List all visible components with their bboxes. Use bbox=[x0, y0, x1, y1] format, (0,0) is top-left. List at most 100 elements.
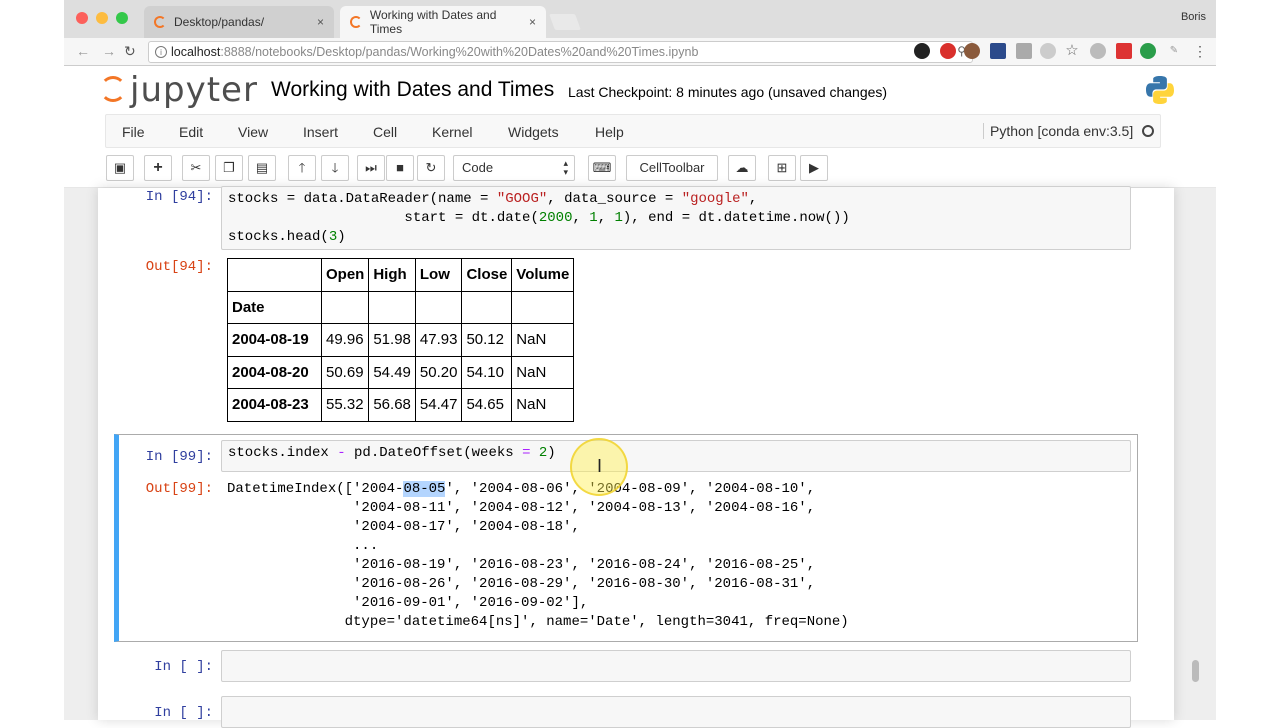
table-cell: 54.47 bbox=[414, 388, 463, 422]
text-cursor-icon: I bbox=[597, 456, 603, 476]
index-name: Date bbox=[227, 290, 322, 324]
table-cell: 54.65 bbox=[461, 388, 513, 422]
save-icon[interactable]: ▣ bbox=[106, 155, 134, 181]
forward-arrow-icon[interactable]: → bbox=[102, 43, 116, 59]
code-input-cell-94[interactable]: stocks = data.DataReader(name = "GOOG", … bbox=[221, 186, 1131, 250]
menu-insert[interactable]: Insert bbox=[303, 124, 338, 140]
move-down-icon[interactable]: 🡓 bbox=[321, 155, 349, 181]
restart-kernel-icon[interactable]: ↻ bbox=[417, 155, 445, 181]
table-cell: 56.68 bbox=[368, 388, 416, 422]
menu-widgets[interactable]: Widgets bbox=[508, 124, 559, 140]
table-cell: 54.10 bbox=[461, 355, 513, 389]
tab-label: Working with Dates and Times bbox=[369, 8, 497, 36]
table-cell: 50.69 bbox=[320, 355, 370, 389]
menu-edit[interactable]: Edit bbox=[179, 124, 203, 140]
column-header: Low bbox=[414, 258, 463, 292]
paste-icon[interactable]: ▤ bbox=[248, 155, 276, 181]
tab-label: Desktop/pandas/ bbox=[174, 15, 265, 29]
input-prompt: In [99]: bbox=[145, 449, 213, 465]
table-cell: NaN bbox=[511, 388, 575, 422]
table-row: 2004-08-23 55.32 56.68 54.47 54.65 NaN bbox=[227, 388, 575, 422]
notebook-container: In [94]: stocks = data.DataReader(name =… bbox=[98, 186, 1174, 728]
url-input[interactable]: i localhost:8888/notebooks/Desktop/panda… bbox=[148, 41, 973, 63]
extension-icon[interactable] bbox=[990, 43, 1006, 59]
extension-icon[interactable] bbox=[1040, 43, 1056, 59]
table-row: 2004-08-20 50.69 54.49 50.20 54.10 NaN bbox=[227, 355, 575, 389]
tab-close-icon[interactable]: × bbox=[317, 15, 324, 29]
browser-tab-working-with-dates[interactable]: Working with Dates and Times × bbox=[340, 6, 546, 38]
input-prompt: In [ ]: bbox=[154, 705, 213, 721]
info-icon[interactable]: i bbox=[155, 46, 167, 58]
jupyter-logo[interactable]: jupyter bbox=[100, 70, 258, 110]
extension-avatar-icon[interactable] bbox=[964, 43, 980, 59]
move-up-icon[interactable]: 🡑 bbox=[288, 155, 316, 181]
table-cell: 54.49 bbox=[368, 355, 416, 389]
table-cell: 55.32 bbox=[320, 388, 370, 422]
bookmark-star-icon[interactable]: ☆ bbox=[1064, 43, 1080, 59]
menu-view[interactable]: View bbox=[238, 124, 268, 140]
table-row: 2004-08-19 49.96 51.98 47.93 50.12 NaN bbox=[227, 323, 575, 357]
copy-icon[interactable]: ❐ bbox=[215, 155, 243, 181]
kebab-menu-icon[interactable]: ⋮ bbox=[1192, 43, 1208, 59]
jupyter-favicon-icon bbox=[154, 16, 166, 28]
back-arrow-icon[interactable]: ← bbox=[76, 43, 90, 59]
url-path: :8888/notebooks/Desktop/pandas/Working%2… bbox=[220, 45, 699, 59]
extension-icon[interactable] bbox=[914, 43, 930, 59]
extension-icon[interactable] bbox=[1090, 43, 1106, 59]
menu-cell[interactable]: Cell bbox=[373, 124, 397, 140]
command-palette-keyboard-icon[interactable]: ⌨ bbox=[588, 155, 616, 181]
interrupt-kernel-icon[interactable]: ■ bbox=[386, 155, 414, 181]
extension-icon[interactable] bbox=[1016, 43, 1032, 59]
adblock-icon[interactable] bbox=[940, 43, 956, 59]
browser-tab-desktop-pandas[interactable]: Desktop/pandas/ × bbox=[144, 6, 334, 38]
code-input-cell-99[interactable]: stocks.index - pd.DateOffset(weeks = 2) bbox=[221, 440, 1131, 472]
table-header-row: Open High Low Close Volume bbox=[227, 258, 575, 292]
table-cell: 47.93 bbox=[414, 323, 463, 357]
url-host: localhost bbox=[171, 45, 221, 59]
cell-type-select[interactable]: Code ▴ ▾ bbox=[453, 155, 575, 181]
new-tab-button[interactable] bbox=[549, 14, 581, 30]
cloud-upload-icon[interactable]: ☁ bbox=[728, 155, 756, 181]
notebook-toolbar: ▣ + ✂ ❐ ▤ 🡑 🡓 ⏭ ■ ↻ Code ▴ ▾ ⌨ CellToolba… bbox=[64, 148, 1216, 188]
run-cell-icon[interactable]: ⏭ bbox=[357, 155, 385, 181]
reload-icon[interactable]: ↻ bbox=[124, 43, 136, 60]
row-index: 2004-08-20 bbox=[227, 355, 322, 389]
browser-user-name[interactable]: Boris bbox=[1181, 11, 1206, 23]
celltoolbar-button[interactable]: CellToolbar bbox=[626, 155, 718, 181]
table-cell: 50.20 bbox=[414, 355, 463, 389]
table-cell: 51.98 bbox=[368, 323, 416, 357]
column-header: Volume bbox=[511, 258, 575, 292]
code-input-empty-1[interactable] bbox=[221, 650, 1131, 682]
window-close-button[interactable] bbox=[76, 12, 88, 24]
notebook-title[interactable]: Working with Dates and Times bbox=[271, 78, 554, 102]
extension-icon[interactable] bbox=[1116, 43, 1132, 59]
gift-icon[interactable]: ⊞ bbox=[768, 155, 796, 181]
extension-icon[interactable] bbox=[1140, 43, 1156, 59]
dataframe-table: Open High Low Close Volume Date 2004-08-… bbox=[227, 258, 575, 422]
column-header: Open bbox=[320, 258, 370, 292]
menu-kernel[interactable]: Kernel bbox=[432, 124, 472, 140]
window-minimize-button[interactable] bbox=[96, 12, 108, 24]
table-index-name-row: Date bbox=[227, 290, 575, 324]
code-input-empty-2[interactable] bbox=[221, 696, 1131, 728]
pen-icon[interactable]: ✎ bbox=[1166, 43, 1182, 59]
menu-file[interactable]: File bbox=[122, 124, 145, 140]
page-scrollbar-thumb[interactable] bbox=[1192, 660, 1199, 682]
jupyter-orbit-icon bbox=[100, 76, 126, 102]
tab-close-icon[interactable]: × bbox=[529, 15, 536, 29]
table-cell: NaN bbox=[511, 355, 575, 389]
row-index: 2004-08-23 bbox=[227, 388, 322, 422]
python-logo-icon bbox=[1146, 76, 1174, 104]
column-header: Close bbox=[461, 258, 513, 292]
youtube-icon[interactable]: ▶ bbox=[800, 155, 828, 181]
browser-address-bar: ← → ↻ i localhost:8888/notebooks/Desktop… bbox=[64, 38, 1216, 66]
notebook-menubar: File Edit View Insert Cell Kernel Widget… bbox=[105, 114, 1161, 148]
window-maximize-button[interactable] bbox=[116, 12, 128, 24]
output-text-cell-99: DatetimeIndex(['2004-08-05', '2004-08-06… bbox=[227, 481, 849, 630]
input-prompt: In [94]: bbox=[145, 189, 213, 205]
jupyter-favicon-icon bbox=[350, 16, 362, 28]
row-index: 2004-08-19 bbox=[227, 323, 322, 357]
insert-cell-below-icon[interactable]: + bbox=[144, 155, 172, 181]
cut-icon[interactable]: ✂ bbox=[182, 155, 210, 181]
menu-help[interactable]: Help bbox=[595, 124, 624, 140]
